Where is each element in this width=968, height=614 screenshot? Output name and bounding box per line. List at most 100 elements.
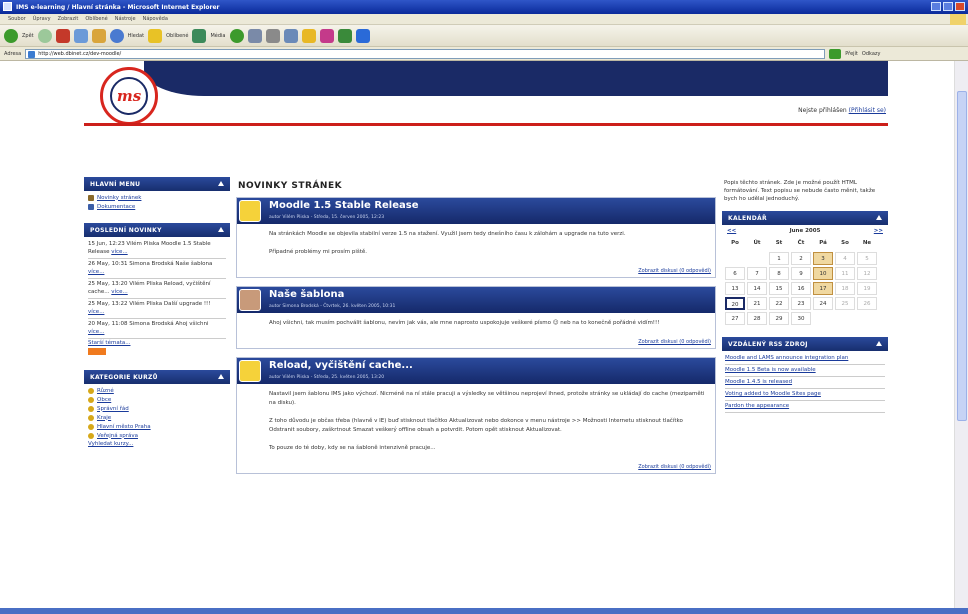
category-label[interactable]: Obce: [97, 396, 111, 404]
scrollbar-thumb[interactable]: [957, 91, 967, 421]
calendar-day[interactable]: 19: [857, 282, 877, 295]
messenger-icon[interactable]: [319, 28, 334, 43]
refresh-icon[interactable]: [73, 28, 88, 43]
back-arrow-icon[interactable]: [4, 28, 18, 43]
menu-item-label[interactable]: Novinky stránek: [97, 194, 141, 202]
calendar-day[interactable]: 9: [791, 267, 811, 280]
category-label[interactable]: Správní řád: [97, 405, 129, 413]
menu-edit[interactable]: Úpravy: [33, 16, 51, 22]
site-logo[interactable]: ms: [100, 67, 158, 125]
discussion-link[interactable]: Zobrazit diskusi (0 odpovědí): [638, 464, 711, 470]
calendar-day[interactable]: 7: [747, 267, 767, 280]
smiley-avatar-icon[interactable]: [239, 200, 261, 222]
menu-item-docs[interactable]: Dokumentace: [88, 202, 226, 211]
smiley-avatar-icon[interactable]: [239, 360, 261, 382]
rss-link[interactable]: Moodle 1.4.5 is released: [725, 379, 792, 385]
calendar-day[interactable]: 2: [791, 252, 811, 265]
calendar-title[interactable]: KALENDÁŘ: [722, 211, 888, 225]
print-icon[interactable]: [265, 28, 280, 43]
calendar-day[interactable]: 16: [791, 282, 811, 295]
rss-link[interactable]: Moodle 1.5 Beta is now available: [725, 367, 816, 373]
forward-arrow-icon[interactable]: [37, 28, 52, 43]
course-categories-title[interactable]: KATEGORIE KURZŮ: [84, 370, 230, 384]
search-icon[interactable]: [109, 28, 124, 43]
menu-file[interactable]: Soubor: [8, 16, 26, 22]
news-more-link[interactable]: více...: [111, 289, 127, 295]
calendar-day[interactable]: 13: [725, 282, 745, 295]
older-topics-link[interactable]: Starší témata...: [88, 339, 226, 347]
category-label[interactable]: Různé: [97, 387, 114, 395]
calendar-day[interactable]: 12: [857, 267, 877, 280]
bluetooth-icon[interactable]: [355, 28, 370, 43]
calendar-day[interactable]: 24: [813, 297, 833, 310]
calendar-day[interactable]: 22: [769, 297, 789, 310]
category-item[interactable]: Obce: [88, 395, 226, 404]
vertical-scrollbar[interactable]: [954, 61, 968, 608]
calendar-day[interactable]: 15: [769, 282, 789, 295]
history-icon[interactable]: [229, 28, 244, 43]
go-arrow-icon[interactable]: [829, 48, 842, 59]
menu-item-news[interactable]: Novinky stránek: [88, 193, 226, 202]
calendar-day[interactable]: 21: [747, 297, 767, 310]
news-more-link[interactable]: více...: [88, 269, 104, 275]
discussion-link[interactable]: Zobrazit diskusi (0 odpovědí): [638, 268, 711, 274]
category-label[interactable]: Hlavní město Praha: [97, 423, 151, 431]
calendar-day[interactable]: 6: [725, 267, 745, 280]
calendar-day[interactable]: 1: [769, 252, 789, 265]
category-item[interactable]: Správní řád: [88, 404, 226, 413]
discussion-link[interactable]: Zobrazit diskusi (0 odpovědí): [638, 339, 711, 345]
calendar-day[interactable]: 11: [835, 267, 855, 280]
calendar-day[interactable]: 17: [813, 282, 833, 295]
calendar-day[interactable]: 8: [769, 267, 789, 280]
back-label[interactable]: Zpět: [22, 33, 34, 39]
calendar-day[interactable]: 28: [747, 312, 767, 325]
news-more-link[interactable]: více...: [88, 309, 104, 315]
main-menu-title[interactable]: HLAVNÍ MENU: [84, 177, 230, 191]
category-label[interactable]: Kraje: [97, 414, 111, 422]
calendar-next-link[interactable]: >>: [874, 228, 883, 234]
rss-button[interactable]: [88, 348, 106, 355]
search-label[interactable]: Hledat: [128, 33, 144, 39]
category-item[interactable]: Hlavní město Praha: [88, 422, 226, 431]
calendar-day[interactable]: 18: [835, 282, 855, 295]
calendar-day[interactable]: 26: [857, 297, 877, 310]
calendar-day[interactable]: 10: [813, 267, 833, 280]
calendar-day[interactable]: 3: [813, 252, 833, 265]
category-label[interactable]: Veřejná správa: [97, 432, 138, 440]
user-avatar-icon[interactable]: [239, 289, 261, 311]
menu-view[interactable]: Zobrazit: [58, 16, 79, 22]
menu-favorites[interactable]: Oblíbené: [85, 16, 107, 22]
stop-icon[interactable]: [55, 28, 70, 43]
home-icon[interactable]: [91, 28, 106, 43]
category-item[interactable]: Kraje: [88, 413, 226, 422]
latest-news-title[interactable]: POSLEDNÍ NOVINKY: [84, 223, 230, 237]
media-label[interactable]: Média: [210, 33, 225, 39]
rss-link[interactable]: Pardon the appearance: [725, 403, 789, 409]
links-label[interactable]: Odkazy: [862, 51, 881, 57]
calendar-prev-link[interactable]: <<: [727, 228, 736, 234]
close-button[interactable]: [955, 2, 965, 11]
calendar-day[interactable]: 25: [835, 297, 855, 310]
minimize-button[interactable]: [931, 2, 941, 11]
menu-help[interactable]: Nápověda: [143, 16, 168, 22]
maximize-button[interactable]: [943, 2, 953, 11]
mail-icon[interactable]: [247, 28, 262, 43]
address-input[interactable]: http://web.dbinet.cz/dev-moodle/: [25, 48, 826, 59]
rss-title[interactable]: VZDÁLENÝ RSS ZDROJ: [722, 337, 888, 351]
news-more-link[interactable]: více...: [111, 249, 127, 255]
calendar-day[interactable]: 27: [725, 312, 745, 325]
calendar-day[interactable]: 29: [769, 312, 789, 325]
tools-icon[interactable]: [337, 28, 352, 43]
folder-icon[interactable]: [301, 28, 316, 43]
rss-link[interactable]: Moodle and LAMS announce integration pla…: [725, 355, 848, 361]
rss-link[interactable]: Voting added to Moodle Sites page: [725, 391, 821, 397]
calendar-day[interactable]: 30: [791, 312, 811, 325]
favorites-star-icon[interactable]: [148, 28, 163, 43]
calendar-day[interactable]: 5: [857, 252, 877, 265]
category-item[interactable]: Veřejná správa: [88, 431, 226, 440]
category-item[interactable]: Různé: [88, 386, 226, 395]
news-more-link[interactable]: více...: [88, 329, 104, 335]
go-label[interactable]: Přejít: [845, 51, 858, 57]
menu-item-label[interactable]: Dokumentace: [97, 203, 135, 211]
edit-icon[interactable]: [283, 28, 298, 43]
